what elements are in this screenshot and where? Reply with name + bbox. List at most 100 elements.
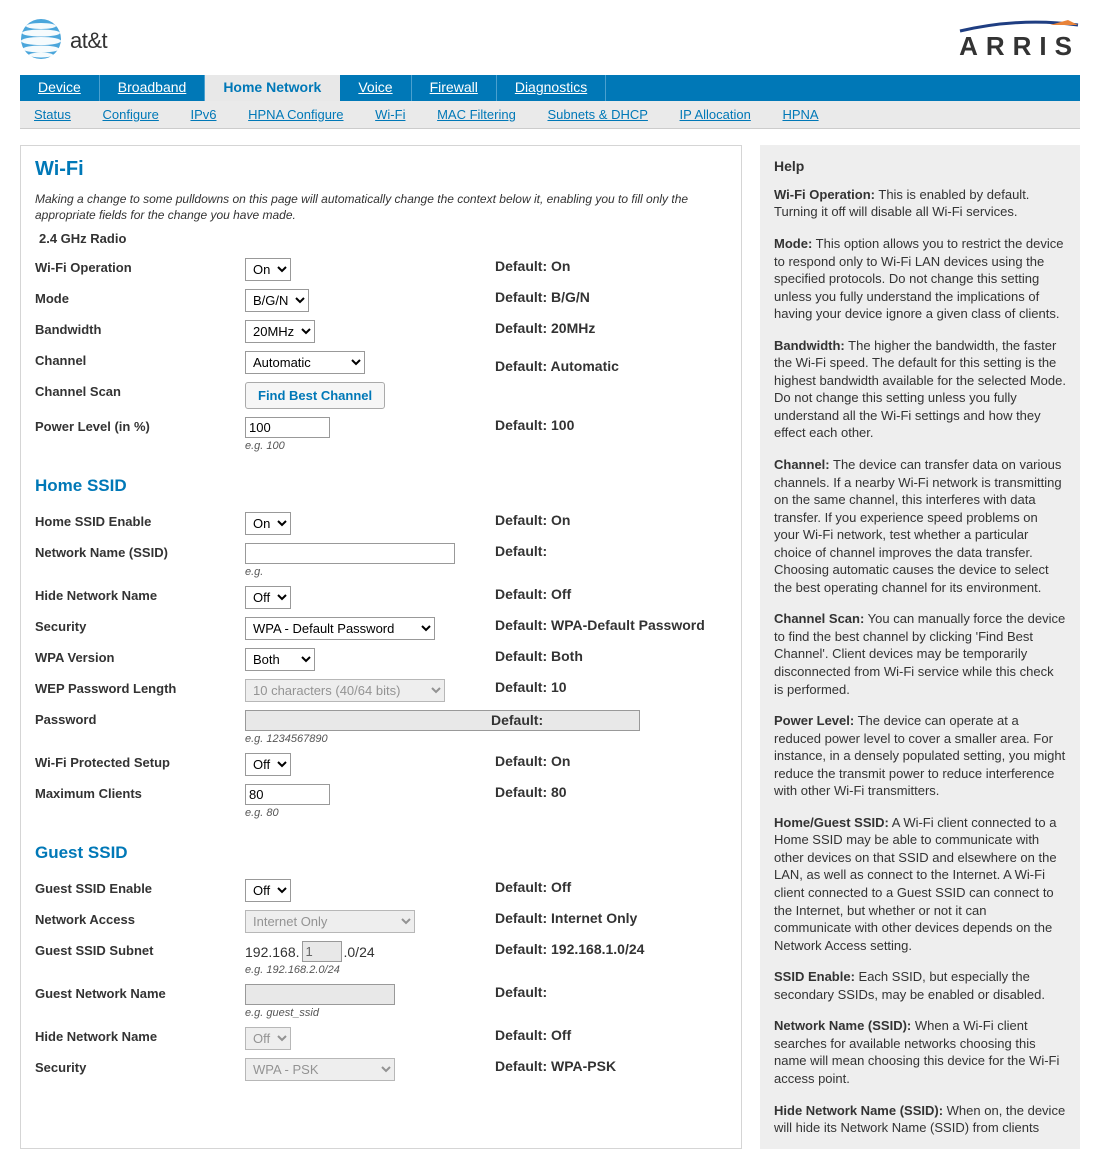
guest-name-input (245, 984, 395, 1005)
guest-hide-default: Default: Off (495, 1023, 727, 1054)
bandwidth-select[interactable]: 20MHz (245, 320, 315, 343)
radio-heading: 2.4 GHz Radio (39, 231, 727, 246)
guest-hide-label: Hide Network Name (35, 1023, 245, 1054)
help-item: Mode: This option allows you to restrict… (774, 235, 1066, 323)
guest-enable-default: Default: Off (495, 875, 727, 906)
subnav-ipv6[interactable]: IPv6 (190, 107, 216, 122)
guest-subnet-hint: e.g. 192.168.2.0/24 (245, 964, 495, 976)
subnav-mac-filtering[interactable]: MAC Filtering (437, 107, 516, 122)
mode-label: Mode (35, 285, 245, 316)
guest-access-select: Internet Only (245, 910, 415, 933)
subnav-subnets-dhcp[interactable]: Subnets & DHCP (547, 107, 647, 122)
subnav-wifi[interactable]: Wi-Fi (375, 107, 405, 122)
guest-hide-select: Off (245, 1027, 291, 1050)
main-panel: Wi-Fi Making a change to some pulldowns … (20, 145, 742, 1149)
subnav-ip-allocation[interactable]: IP Allocation (680, 107, 751, 122)
channel-select[interactable]: Automatic (245, 351, 365, 374)
wifi-operation-default: Default: On (495, 254, 727, 285)
page-header: at&t ARRIS (0, 0, 1100, 75)
password-label: Password (35, 706, 245, 749)
guest-name-label: Guest Network Name (35, 980, 245, 1023)
help-item: Hide Network Name (SSID): When on, the d… (774, 1102, 1066, 1137)
home-enable-default: Default: On (495, 508, 727, 539)
power-level-default: Default: 100 (495, 413, 727, 456)
wpa-version-label: WPA Version (35, 644, 245, 675)
guest-ssid-heading: Guest SSID (35, 843, 727, 863)
subnet-suffix: .0/24 (344, 944, 375, 960)
home-enable-select[interactable]: On (245, 512, 291, 535)
power-level-input[interactable] (245, 417, 330, 438)
nav-broadband[interactable]: Broadband (100, 75, 206, 101)
guest-access-default: Default: Internet Only (495, 906, 727, 937)
att-logo: at&t (20, 18, 107, 63)
sub-nav: Status Configure IPv6 HPNA Configure Wi-… (20, 101, 1080, 129)
wps-label: Wi-Fi Protected Setup (35, 749, 245, 780)
subnav-status[interactable]: Status (34, 107, 71, 122)
wps-select[interactable]: Off (245, 753, 291, 776)
ssid-input[interactable] (245, 543, 455, 564)
help-item: Network Name (SSID): When a Wi-Fi client… (774, 1017, 1066, 1087)
max-clients-input[interactable] (245, 784, 330, 805)
max-clients-hint: e.g. 80 (245, 807, 495, 819)
help-item: Wi-Fi Operation: This is enabled by defa… (774, 186, 1066, 221)
mode-select[interactable]: B/G/N (245, 289, 309, 312)
channel-default: Default: Automatic (495, 347, 727, 378)
security-select[interactable]: WPA - Default Password (245, 617, 435, 640)
nav-diagnostics[interactable]: Diagnostics (497, 75, 606, 101)
max-clients-label: Maximum Clients (35, 780, 245, 823)
nav-firewall[interactable]: Firewall (412, 75, 497, 101)
nav-device[interactable]: Device (20, 75, 100, 101)
bandwidth-label: Bandwidth (35, 316, 245, 347)
power-level-label: Power Level (in %) (35, 413, 245, 456)
att-globe-icon (20, 18, 62, 63)
wifi-operation-select[interactable]: On (245, 258, 291, 281)
password-input (245, 710, 640, 731)
wps-default: Default: On (495, 749, 727, 780)
nav-home-network[interactable]: Home Network (205, 75, 340, 101)
password-default: Default: (491, 712, 543, 728)
subnet-prefix: 192.168. (245, 944, 300, 960)
security-label: Security (35, 613, 245, 644)
help-panel: Help Wi-Fi Operation: This is enabled by… (760, 145, 1080, 1149)
guest-access-label: Network Access (35, 906, 245, 937)
guest-subnet-input (302, 941, 342, 962)
help-item: Channel Scan: You can manually force the… (774, 610, 1066, 698)
hide-name-select[interactable]: Off (245, 586, 291, 609)
subnav-configure[interactable]: Configure (102, 107, 158, 122)
home-enable-label: Home SSID Enable (35, 508, 245, 539)
guest-name-hint: e.g. guest_ssid (245, 1007, 495, 1019)
hide-name-label: Hide Network Name (35, 582, 245, 613)
help-item: SSID Enable: Each SSID, but especially t… (774, 968, 1066, 1003)
max-clients-default: Default: 80 (495, 780, 727, 823)
guest-enable-label: Guest SSID Enable (35, 875, 245, 906)
mode-default: Default: B/G/N (495, 285, 727, 316)
ssid-default: Default: (495, 539, 727, 582)
wep-length-label: WEP Password Length (35, 675, 245, 706)
guest-enable-select[interactable]: Off (245, 879, 291, 902)
home-ssid-heading: Home SSID (35, 476, 727, 496)
nav-voice[interactable]: Voice (340, 75, 411, 101)
guest-security-label: Security (35, 1054, 245, 1085)
wep-length-select: 10 characters (40/64 bits) (245, 679, 445, 702)
password-hint: e.g. 1234567890 (245, 733, 328, 745)
main-nav: Device Broadband Home Network Voice Fire… (20, 75, 1080, 101)
page-desc: Making a change to some pulldowns on thi… (35, 191, 727, 223)
wpa-version-default: Default: Both (495, 644, 727, 675)
help-title: Help (774, 157, 1066, 176)
wpa-version-select[interactable]: Both (245, 648, 315, 671)
channel-scan-label: Channel Scan (35, 378, 245, 413)
subnav-hpna-configure[interactable]: HPNA Configure (248, 107, 343, 122)
att-text: at&t (70, 28, 107, 54)
guest-subnet-label: Guest SSID Subnet (35, 937, 245, 980)
ssid-label: Network Name (SSID) (35, 539, 245, 582)
page-title: Wi-Fi (35, 158, 727, 181)
hide-name-default: Default: Off (495, 582, 727, 613)
subnav-hpna[interactable]: HPNA (782, 107, 818, 122)
arris-logo: ARRIS (950, 19, 1080, 62)
wep-length-default: Default: 10 (495, 675, 727, 706)
bandwidth-default: Default: 20MHz (495, 316, 727, 347)
find-best-channel-button[interactable]: Find Best Channel (245, 382, 385, 409)
security-default: Default: WPA-Default Password (495, 613, 727, 644)
guest-subnet-default: Default: 192.168.1.0/24 (495, 937, 727, 980)
channel-label: Channel (35, 347, 245, 378)
